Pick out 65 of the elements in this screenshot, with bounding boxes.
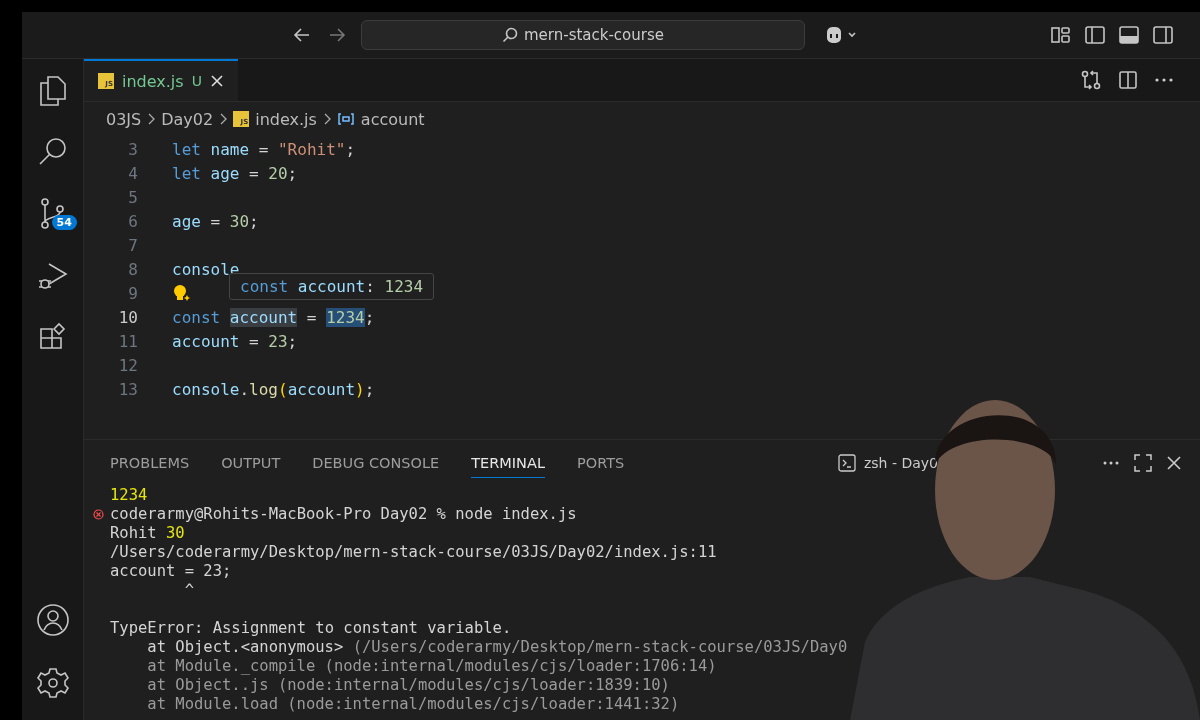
compare-changes-icon[interactable]	[1080, 69, 1102, 91]
terminal-line: ^	[184, 581, 194, 600]
line-number: 11	[117, 331, 139, 351]
panel-tab[interactable]: PORTS	[576, 448, 625, 478]
line-number: 13	[117, 379, 139, 399]
line-number: 8	[127, 259, 139, 279]
code-line: let age = 20;	[172, 163, 298, 183]
terminal-line: account = 23;	[110, 562, 232, 581]
variable-symbol-icon	[336, 112, 355, 126]
hover-tooltip: const account: 1234	[229, 273, 435, 300]
terminal-line: 1234	[110, 486, 148, 505]
terminal-icon	[837, 454, 856, 472]
more-actions-icon[interactable]	[1154, 77, 1174, 83]
terminal-line: at Module._compile (node:internal/modules/cjs/loader:1706:14)	[147, 657, 717, 676]
explorer-files-icon[interactable]	[37, 75, 68, 107]
chevron-icon	[219, 113, 228, 125]
command-search-field[interactable]: mern-stack-course	[361, 20, 805, 50]
panel-tab[interactable]: PROBLEMS	[110, 448, 190, 478]
toggle-sidebar-button[interactable]	[1084, 25, 1106, 45]
terminal-line: TypeError: Assignment to constant variable.	[110, 619, 512, 638]
caret-icon	[847, 30, 857, 40]
breadcrumb-item[interactable]: Day02	[161, 109, 214, 129]
line-number: 9	[127, 283, 139, 303]
code-line: console.log(account);	[172, 379, 375, 399]
line-number: 10	[117, 307, 139, 327]
chevron-icon	[147, 113, 156, 125]
code-line: age = 30;	[172, 211, 259, 231]
terminal-line: at Object..js (node:internal/modules/cjs/loader:1839:10)	[147, 676, 670, 695]
terminal-line: at Object.<anonymous> (/Users/coderarmy/Desktop/mern-stack-course/03JS/Day0	[147, 638, 848, 657]
close-icon[interactable]	[1166, 455, 1182, 471]
lightbulb-icon[interactable]	[172, 283, 192, 303]
more-actions-icon[interactable]	[1102, 460, 1120, 466]
account-icon[interactable]	[35, 603, 70, 637]
terminal-line: coderarmy@Rohits-MacBook-Pro Day02 % node index.js	[110, 505, 577, 524]
toggle-panel-button[interactable]	[1118, 25, 1140, 45]
split-editor-icon[interactable]	[1118, 70, 1138, 90]
code-line: account = 23;	[172, 331, 298, 351]
settings-icon[interactable]	[35, 666, 70, 700]
code-line: const account = 1234;	[172, 307, 375, 327]
terminal-name[interactable]: zsh - Day0	[863, 455, 938, 471]
terminal-line: Rohit 30	[110, 524, 185, 543]
line-number: 12	[117, 355, 139, 375]
line-number: 7	[127, 235, 139, 255]
breadcrumb-item[interactable]: index.js	[255, 109, 317, 129]
panel-tab[interactable]: OUTPUT	[221, 448, 281, 478]
maximize-panel-icon[interactable]	[1134, 454, 1152, 472]
panel-tab[interactable]: DEBUG CONSOLE	[312, 448, 440, 478]
terminal-line: /Users/coderarmy/Desktop/mern-stack-course/03JS/Day02/index.js:11	[110, 543, 717, 562]
line-number: 4	[127, 163, 139, 183]
line-number: 5	[127, 187, 139, 207]
run-debug-icon[interactable]	[36, 260, 69, 292]
toggle-secondary-sidebar-button[interactable]	[1152, 25, 1174, 45]
line-number: 3	[127, 139, 139, 159]
breadcrumb-item[interactable]: 03JS	[106, 109, 142, 129]
panel-tab[interactable]: TERMINAL	[471, 448, 545, 478]
code-line: let name = "Rohit";	[172, 139, 356, 159]
chevron-icon	[322, 113, 331, 125]
search-icon	[501, 27, 518, 43]
line-number: 6	[127, 211, 139, 231]
layout-grid-button[interactable]	[1050, 25, 1072, 45]
notification-badge: 54	[51, 215, 77, 230]
breadcrumb-item[interactable]: account	[360, 109, 425, 129]
extensions-icon[interactable]	[37, 321, 68, 351]
terminal-line: at Module.load (node:internal/modules/cjs/loader:1441:32)	[147, 695, 680, 714]
close-icon[interactable]	[209, 74, 224, 88]
